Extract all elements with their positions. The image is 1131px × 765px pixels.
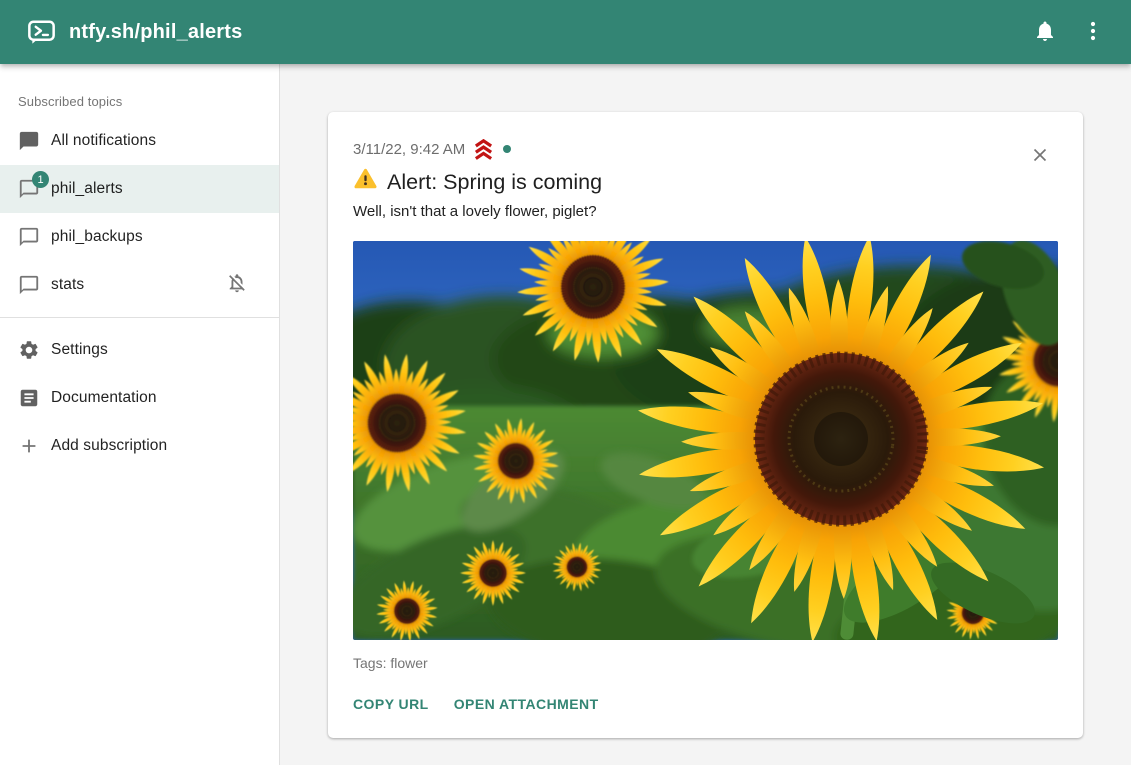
sidebar-item-label: phil_backups xyxy=(51,228,143,246)
gear-icon xyxy=(17,338,41,362)
sidebar-item-add-subscription[interactable]: Add subscription xyxy=(0,422,279,470)
sidebar-item-documentation[interactable]: Documentation xyxy=(0,374,279,422)
ntfy-logo-icon xyxy=(28,20,55,45)
sidebar-divider xyxy=(0,317,279,318)
timestamp: 3/11/22, 9:42 AM xyxy=(353,141,465,158)
app-bar: ntfy.sh/phil_alerts xyxy=(0,0,1131,64)
sidebar-item-all-notifications[interactable]: All notifications xyxy=(0,117,279,165)
close-icon xyxy=(1029,144,1051,169)
tags-label: Tags: flower xyxy=(353,655,1058,671)
open-attachment-button[interactable]: OPEN ATTACHMENT xyxy=(454,690,599,718)
kebab-menu-icon xyxy=(1081,19,1105,46)
notification-meta: 3/11/22, 9:42 AM xyxy=(353,140,1058,158)
overflow-menu-button[interactable] xyxy=(1071,10,1115,54)
sidebar-item-label: Add subscription xyxy=(51,437,167,455)
sidebar-item-phil-backups[interactable]: phil_backups xyxy=(0,213,279,261)
sidebar-item-settings[interactable]: Settings xyxy=(0,326,279,374)
sidebar-item-label: phil_alerts xyxy=(51,180,123,198)
page-title: ntfy.sh/phil_alerts xyxy=(69,21,242,44)
sidebar-item-stats[interactable]: stats xyxy=(0,261,279,309)
sidebar-item-label: All notifications xyxy=(51,132,156,150)
attachment-image-sunflower-photo[interactable] xyxy=(353,241,1058,640)
copy-url-button[interactable]: COPY URL xyxy=(353,690,429,718)
main-content: 3/11/22, 9:42 AM Alert: Spring is coming xyxy=(280,64,1131,765)
unread-dot-icon xyxy=(503,145,511,153)
sidebar: Subscribed topics All notifications 1 ph… xyxy=(0,64,280,765)
chat-bubble-outline-icon: 1 xyxy=(17,177,41,201)
sidebar-item-label: Documentation xyxy=(51,389,157,407)
notification-card: 3/11/22, 9:42 AM Alert: Spring is coming xyxy=(328,112,1083,738)
plus-icon xyxy=(17,434,41,458)
notification-title-row: Alert: Spring is coming xyxy=(353,167,1058,197)
chat-bubble-outline-icon xyxy=(17,225,41,249)
bell-off-icon xyxy=(226,272,248,299)
warning-icon xyxy=(353,167,378,197)
card-actions: COPY URL OPEN ATTACHMENT xyxy=(353,690,1058,718)
sidebar-item-label: Settings xyxy=(51,341,108,359)
bell-icon xyxy=(1033,19,1057,46)
notifications-bell-button[interactable] xyxy=(1023,10,1067,54)
subscribed-topics-label: Subscribed topics xyxy=(0,64,279,117)
article-icon xyxy=(17,386,41,410)
unread-count-badge: 1 xyxy=(32,171,49,188)
chat-bubble-outline-icon xyxy=(17,273,41,297)
priority-max-icon xyxy=(472,139,495,160)
notification-title: Alert: Spring is coming xyxy=(387,169,602,195)
sidebar-item-label: stats xyxy=(51,276,84,294)
close-notification-button[interactable] xyxy=(1024,140,1056,172)
sidebar-item-phil-alerts[interactable]: 1 phil_alerts xyxy=(0,165,279,213)
chat-bubble-filled-icon xyxy=(17,129,41,153)
notification-body: Well, isn't that a lovely flower, piglet… xyxy=(353,202,1058,221)
